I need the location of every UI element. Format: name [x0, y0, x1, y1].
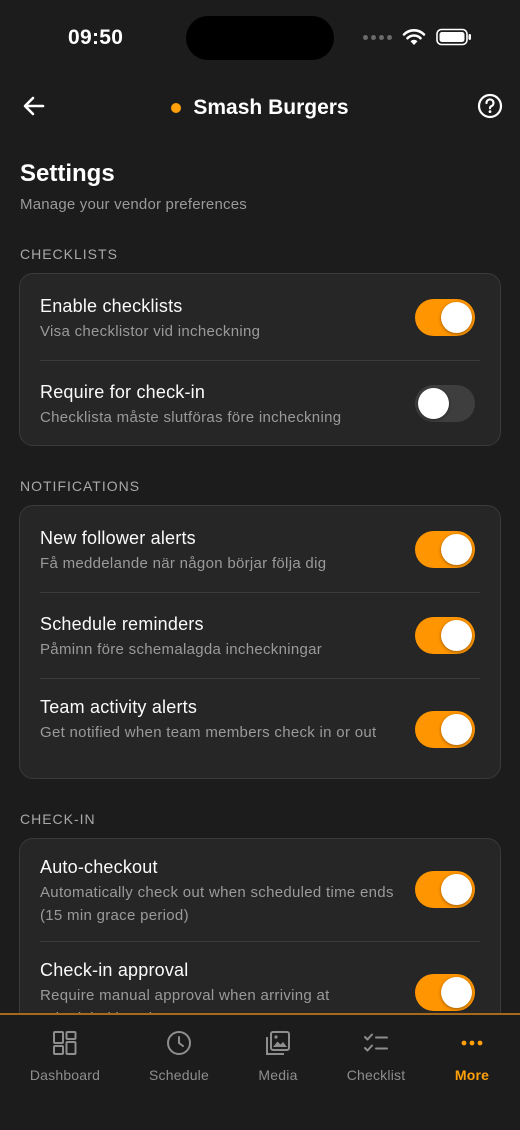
tab-label: Media: [258, 1067, 298, 1083]
dashboard-icon: [53, 1031, 77, 1055]
header-title: Smash Burgers: [193, 96, 349, 119]
tab-dashboard[interactable]: Dashboard: [13, 1029, 117, 1083]
section-label-check-in: CHECK-IN: [20, 811, 96, 827]
tab-checklist[interactable]: Checklist: [324, 1029, 428, 1083]
battery-icon: [436, 28, 471, 46]
setting-description: Checklista måste slutföras före incheckn…: [40, 409, 342, 426]
setting-title: Require for check-in: [40, 382, 206, 402]
tab-media[interactable]: Media: [226, 1029, 330, 1083]
setting-title: Enable checklists: [40, 296, 183, 316]
setting-description: Visa checklistor vid incheckning: [40, 323, 261, 340]
setting-title: Schedule reminders: [40, 614, 204, 634]
setting-description: Påminn före schemalagda incheckningar: [40, 641, 323, 658]
tab-label: More: [454, 1067, 490, 1083]
tab-label: Checklist: [346, 1067, 406, 1083]
tab-bar: Dashboard Schedule Media Checklist More: [0, 1013, 520, 1130]
vendor-title: Smash Burgers: [0, 96, 520, 120]
page-subtitle: Manage your vendor preferences: [20, 196, 247, 213]
require-for-check-in-toggle[interactable]: [415, 385, 475, 422]
page-title: Settings: [20, 160, 115, 187]
checklist-icon: [364, 1033, 388, 1052]
setting-description: Get notified when team members check in …: [40, 724, 377, 741]
auto-checkout-toggle[interactable]: [415, 871, 475, 908]
section-label-checklists: CHECKLISTS: [20, 246, 118, 262]
cellular-signal-icon: [363, 34, 392, 40]
setting-row-enable-checklists: Enable checklists Visa checklistor vid i…: [20, 274, 500, 360]
tab-schedule[interactable]: Schedule: [127, 1029, 231, 1083]
setting-title: New follower alerts: [40, 528, 196, 548]
setting-row-auto-checkout: Auto-checkout Automatically check out wh…: [20, 839, 500, 941]
team-activity-alerts-toggle[interactable]: [415, 711, 475, 748]
section-label-notifications: NOTIFICATIONS: [20, 478, 141, 494]
image-icon: [266, 1031, 290, 1055]
new-follower-alerts-toggle[interactable]: [415, 531, 475, 568]
setting-row-require-for-check-in: Require for check-in Checklista måste sl…: [20, 361, 500, 447]
more-dots-icon: [461, 1040, 483, 1046]
status-icons: [363, 28, 472, 46]
status-bar: 09:50: [0, 0, 520, 78]
setting-description: Automatically check out when scheduled t…: [40, 884, 394, 924]
tab-label: Dashboard: [29, 1067, 101, 1083]
setting-row-team-activity-alerts: Team activity alerts Get notified when t…: [20, 679, 500, 780]
setting-title: Team activity alerts: [40, 697, 198, 717]
checklists-card: Enable checklists Visa checklistor vid i…: [19, 273, 501, 446]
check-in-approval-toggle[interactable]: [415, 974, 475, 1011]
notifications-card: New follower alerts Få meddelande när nå…: [19, 505, 501, 779]
setting-row-new-follower-alerts: New follower alerts Få meddelande när nå…: [20, 506, 500, 592]
help-button[interactable]: [476, 92, 504, 120]
question-circle-icon: [477, 93, 503, 119]
enable-checklists-toggle[interactable]: [415, 299, 475, 336]
setting-description: Få meddelande när någon börjar följa dig: [40, 555, 327, 572]
status-dot: [171, 103, 182, 113]
schedule-reminders-toggle[interactable]: [415, 617, 475, 654]
app-header: Smash Burgers: [0, 78, 520, 138]
status-time: 09:50: [68, 26, 124, 49]
dynamic-island: [186, 16, 334, 60]
tab-label: Schedule: [149, 1067, 209, 1083]
setting-title: Auto-checkout: [40, 857, 158, 877]
clock-icon: [167, 1031, 191, 1055]
setting-row-schedule-reminders: Schedule reminders Påminn före schemalag…: [20, 593, 500, 679]
setting-title: Check-in approval: [40, 960, 189, 980]
tab-more[interactable]: More: [420, 1029, 520, 1083]
wifi-icon: [402, 29, 426, 45]
